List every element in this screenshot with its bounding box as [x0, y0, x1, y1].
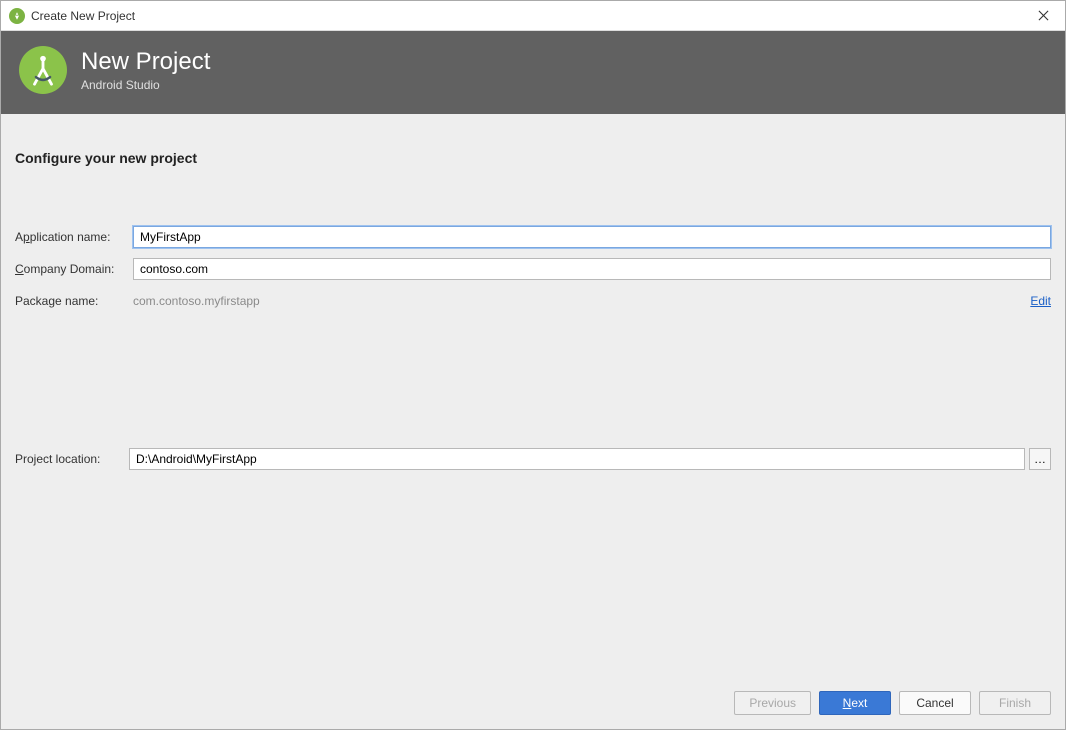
titlebar: Create New Project — [1, 1, 1065, 31]
previous-button: Previous — [734, 691, 811, 715]
header-subtitle: Android Studio — [81, 78, 210, 92]
section-title: Configure your new project — [15, 150, 1051, 166]
header-band: New Project Android Studio — [1, 31, 1065, 114]
close-icon — [1038, 10, 1049, 21]
window-title: Create New Project — [31, 9, 135, 23]
package-name-value: com.contoso.myfirstapp — [133, 294, 260, 308]
edit-package-link[interactable]: Edit — [1030, 294, 1051, 308]
field-company-domain: Company Domain: — [15, 258, 1051, 280]
field-project-location: Project location: … — [15, 448, 1051, 470]
browse-location-button[interactable]: … — [1029, 448, 1051, 470]
project-location-input[interactable] — [129, 448, 1025, 470]
close-button[interactable] — [1025, 2, 1061, 30]
ellipsis-icon: … — [1034, 452, 1046, 466]
company-domain-label: Company Domain: — [15, 262, 125, 276]
application-name-label: Application name: — [15, 230, 125, 244]
android-studio-icon — [9, 8, 25, 24]
cancel-button[interactable]: Cancel — [899, 691, 971, 715]
project-location-label: Project location: — [15, 452, 125, 466]
company-domain-input[interactable] — [133, 258, 1051, 280]
android-studio-logo — [19, 46, 67, 94]
package-name-label: Package name: — [15, 294, 125, 308]
footer: Previous Next Cancel Finish — [1, 679, 1065, 729]
header-title: New Project — [81, 48, 210, 77]
finish-button: Finish — [979, 691, 1051, 715]
content-area: Configure your new project Application n… — [1, 114, 1065, 679]
field-package-name: Package name: com.contoso.myfirstapp Edi… — [15, 294, 1051, 308]
field-application-name: Application name: — [15, 226, 1051, 248]
application-name-input[interactable] — [133, 226, 1051, 248]
project-form: Application name: Company Domain: Packag… — [15, 226, 1051, 470]
next-button[interactable]: Next — [819, 691, 891, 715]
